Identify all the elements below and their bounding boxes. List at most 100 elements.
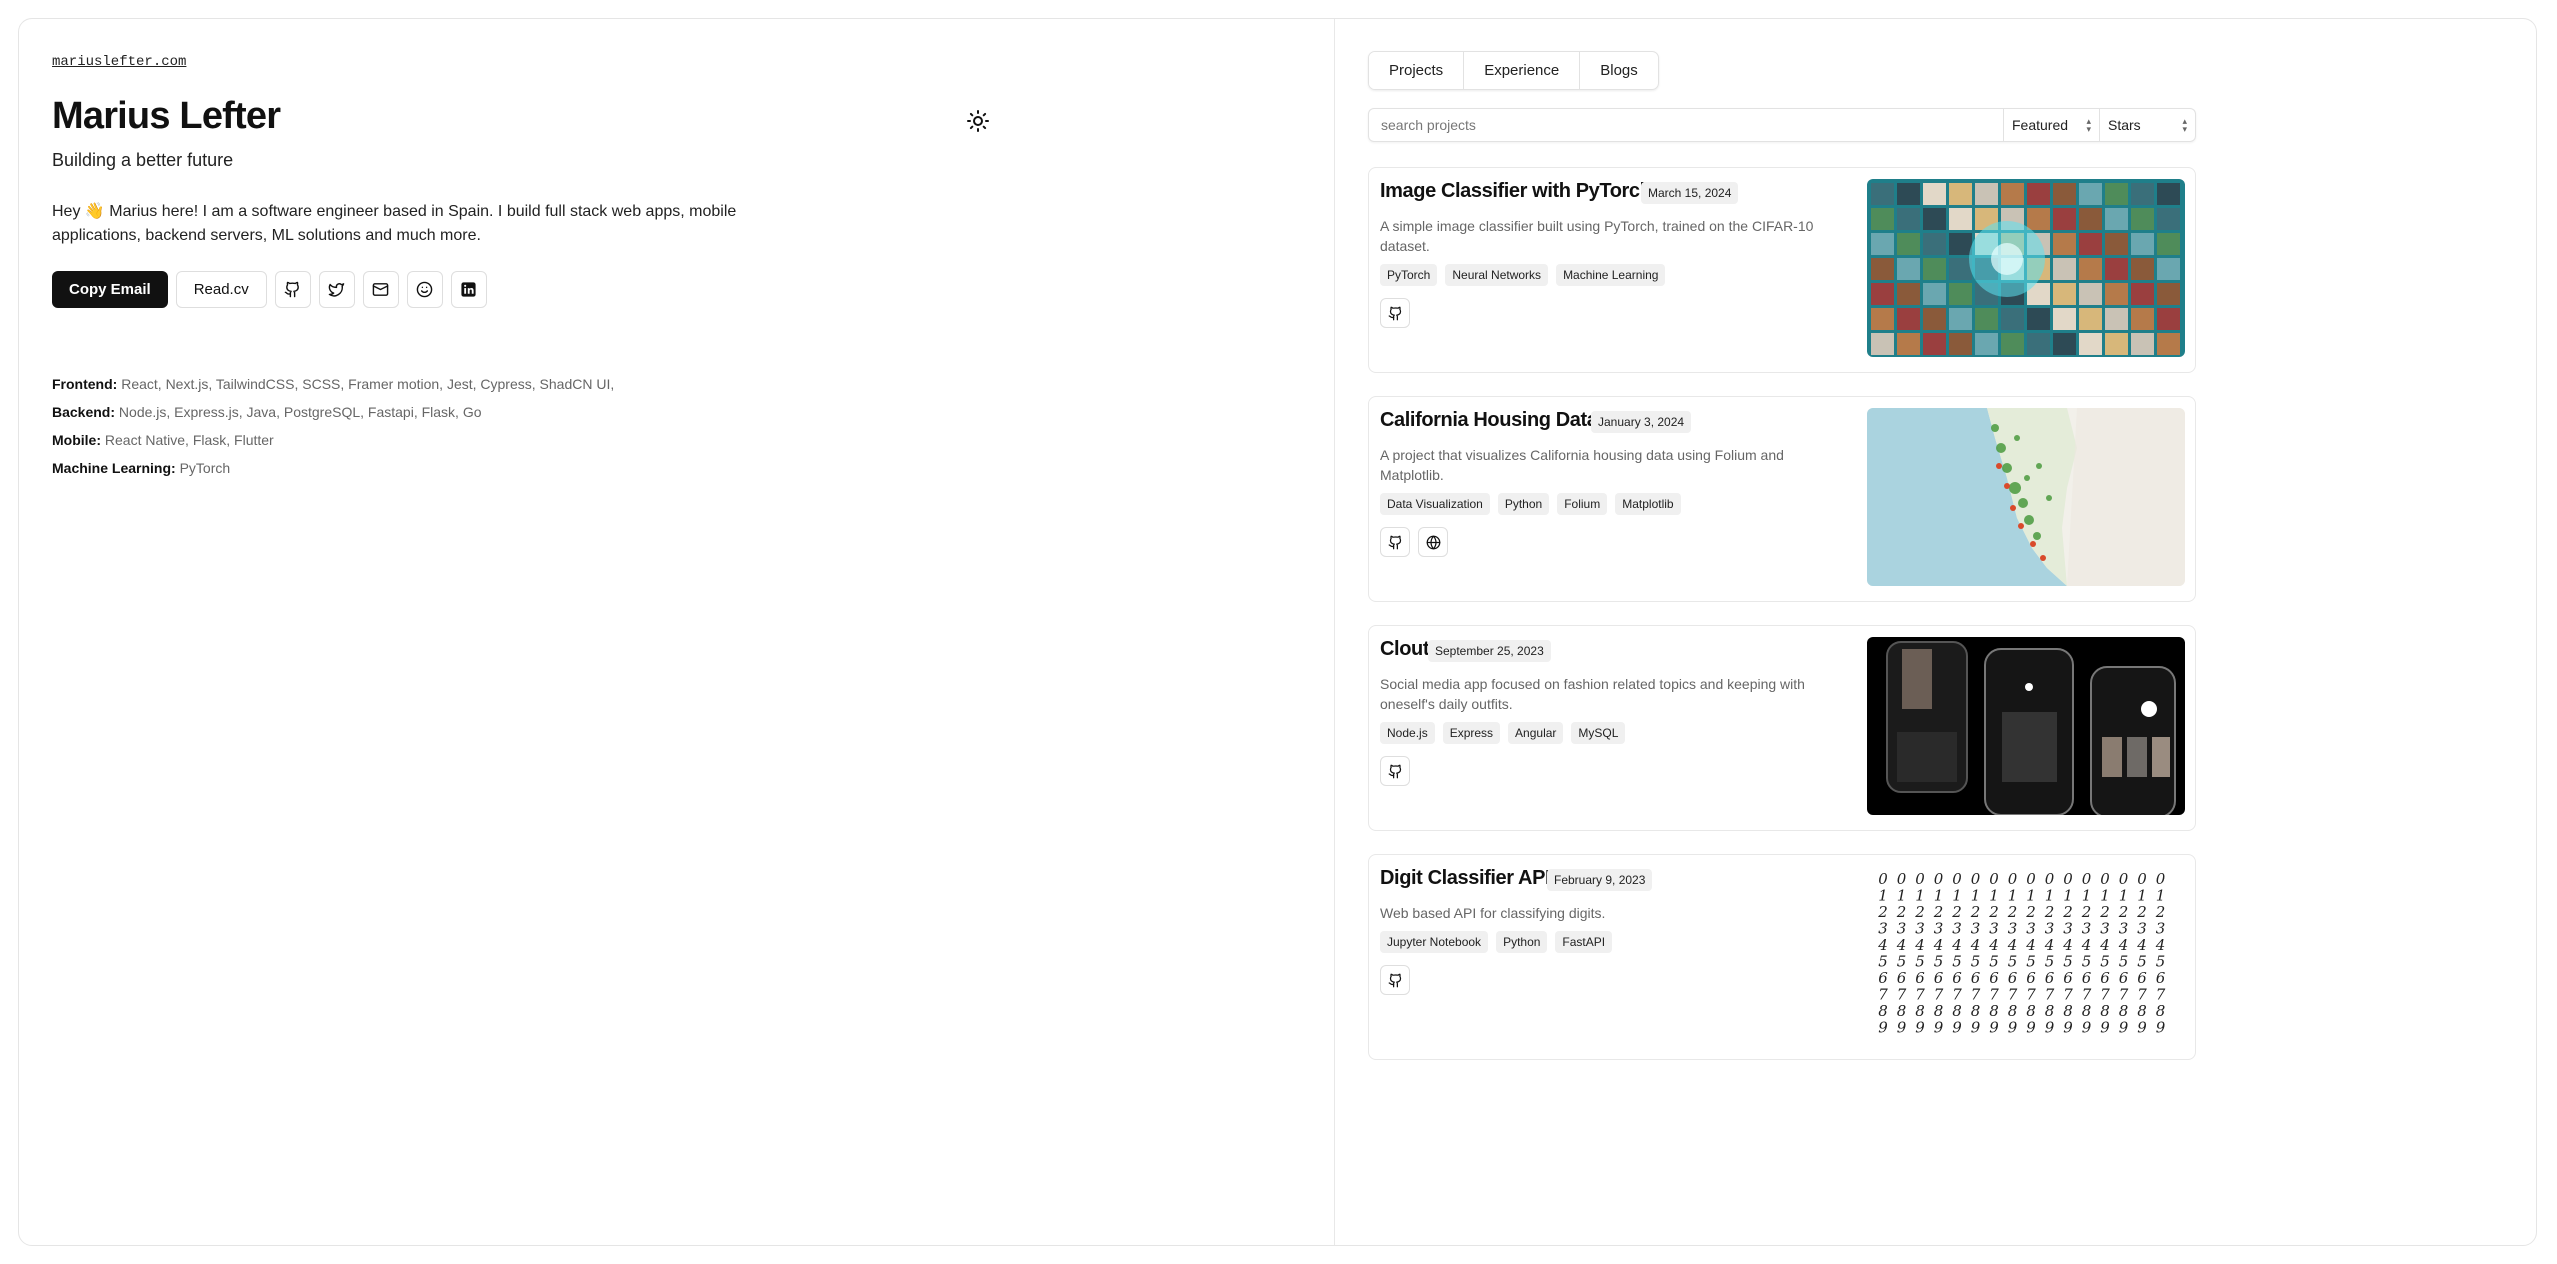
svg-text:1: 1 bbox=[2045, 887, 2055, 905]
github-link[interactable] bbox=[1380, 965, 1410, 995]
svg-text:6: 6 bbox=[2137, 969, 2147, 987]
globe-icon bbox=[1426, 535, 1440, 549]
svg-text:1: 1 bbox=[2026, 887, 2036, 905]
project-tags: Node.js Express Angular MySQL bbox=[1380, 722, 1626, 744]
svg-text:4: 4 bbox=[1970, 936, 1981, 954]
twitter-icon bbox=[328, 283, 345, 297]
svg-text:7: 7 bbox=[2008, 986, 2018, 1004]
smile-button[interactable] bbox=[406, 271, 443, 308]
sort-select[interactable]: Stars ▴ ▾ bbox=[2099, 109, 2195, 141]
project-date: September 25, 2023 bbox=[1428, 640, 1551, 662]
search-input[interactable] bbox=[1369, 109, 2003, 141]
svg-text:5: 5 bbox=[1878, 953, 1888, 971]
svg-text:1: 1 bbox=[2100, 887, 2110, 905]
chevron-updown-icon: ▴ ▾ bbox=[2086, 116, 2091, 134]
copy-email-button[interactable]: Copy Email bbox=[52, 271, 168, 308]
project-card[interactable]: Clout September 25, 2023 Social media ap… bbox=[1368, 625, 2196, 831]
svg-text:9: 9 bbox=[1934, 1019, 1944, 1037]
svg-text:3: 3 bbox=[2137, 920, 2147, 938]
project-card[interactable]: Digit Classifier API February 9, 2023 We… bbox=[1368, 854, 2196, 1060]
svg-text:5: 5 bbox=[1934, 953, 1944, 971]
svg-text:2: 2 bbox=[2118, 903, 2129, 921]
svg-text:6: 6 bbox=[1952, 969, 1962, 987]
svg-text:6: 6 bbox=[2082, 969, 2092, 987]
github-icon bbox=[1388, 535, 1401, 549]
svg-text:1: 1 bbox=[1915, 887, 1925, 905]
project-tag: Folium bbox=[1557, 493, 1608, 515]
project-tag: Data Visualization bbox=[1380, 493, 1490, 515]
mail-icon bbox=[372, 283, 389, 296]
project-title[interactable]: Clout bbox=[1380, 638, 1430, 661]
svg-text:1: 1 bbox=[1952, 887, 1962, 905]
github-link[interactable] bbox=[1380, 527, 1410, 557]
skill-label: Backend: bbox=[52, 404, 116, 420]
project-thumbnail bbox=[1867, 408, 2185, 586]
tab-experience[interactable]: Experience bbox=[1464, 52, 1581, 89]
svg-text:0: 0 bbox=[2063, 870, 2073, 888]
svg-text:1: 1 bbox=[2063, 887, 2073, 905]
github-button[interactable] bbox=[274, 271, 311, 308]
project-tag: Machine Learning bbox=[1556, 264, 1666, 286]
skill-value: React Native, Flask, Flutter bbox=[104, 432, 274, 448]
project-card[interactable]: Image Classifier with PyTorch March 15, … bbox=[1368, 167, 2196, 373]
linkedin-icon bbox=[461, 282, 476, 297]
svg-text:2: 2 bbox=[2136, 903, 2147, 921]
website-link[interactable] bbox=[1418, 527, 1448, 557]
project-description: A project that visualizes California hou… bbox=[1380, 447, 1784, 483]
svg-text:4: 4 bbox=[2025, 936, 2036, 954]
project-title[interactable]: Image Classifier with PyTorch bbox=[1380, 180, 1652, 203]
tab-blogs[interactable]: Blogs bbox=[1580, 52, 1658, 89]
svg-text:4: 4 bbox=[2118, 936, 2129, 954]
svg-text:7: 7 bbox=[2026, 986, 2036, 1004]
svg-text:0: 0 bbox=[1989, 870, 1999, 888]
project-tag: Python bbox=[1497, 493, 1550, 515]
svg-text:7: 7 bbox=[1878, 986, 1888, 1004]
svg-text:7: 7 bbox=[1934, 986, 1944, 1004]
svg-text:6: 6 bbox=[2008, 969, 2018, 987]
svg-text:0: 0 bbox=[2082, 870, 2092, 888]
filter-select[interactable]: Featured ▴ ▾ bbox=[2003, 109, 2099, 141]
github-link[interactable] bbox=[1380, 298, 1410, 328]
svg-text:9: 9 bbox=[1878, 1019, 1888, 1037]
svg-text:3: 3 bbox=[1971, 920, 1981, 938]
theme-toggle-sun-icon[interactable] bbox=[966, 109, 990, 133]
twitter-button[interactable] bbox=[318, 271, 355, 308]
svg-text:7: 7 bbox=[2119, 986, 2129, 1004]
sort-select-value: Stars bbox=[2108, 117, 2141, 133]
project-title[interactable]: Digit Classifier API bbox=[1380, 867, 1551, 890]
svg-text:0: 0 bbox=[1915, 870, 1925, 888]
svg-text:8: 8 bbox=[1915, 1002, 1925, 1020]
project-title[interactable]: California Housing Data bbox=[1380, 409, 1598, 432]
svg-text:0: 0 bbox=[1952, 870, 1962, 888]
svg-text:5: 5 bbox=[2008, 953, 2018, 971]
github-icon bbox=[1388, 973, 1401, 987]
svg-text:5: 5 bbox=[2156, 953, 2166, 971]
svg-text:5: 5 bbox=[1952, 953, 1962, 971]
project-card[interactable]: California Housing Data January 3, 2024 … bbox=[1368, 396, 2196, 602]
svg-text:6: 6 bbox=[1989, 969, 1999, 987]
svg-text:3: 3 bbox=[1897, 920, 1907, 938]
svg-text:4: 4 bbox=[2081, 936, 2092, 954]
svg-text:7: 7 bbox=[1952, 986, 1962, 1004]
skill-label: Mobile: bbox=[52, 432, 101, 448]
svg-text:2: 2 bbox=[1877, 903, 1888, 921]
profile-panel: mariuslefter.com Marius Lefter Building … bbox=[19, 19, 1335, 1245]
svg-text:2: 2 bbox=[1970, 903, 1981, 921]
project-tags: Jupyter Notebook Python FastAPI bbox=[1380, 931, 1613, 953]
svg-text:3: 3 bbox=[2045, 920, 2055, 938]
svg-text:5: 5 bbox=[2119, 953, 2129, 971]
site-domain-link[interactable]: mariuslefter.com bbox=[52, 54, 186, 70]
linkedin-button[interactable] bbox=[450, 271, 487, 308]
tab-projects[interactable]: Projects bbox=[1369, 52, 1465, 89]
github-link[interactable] bbox=[1380, 756, 1410, 786]
email-button[interactable] bbox=[362, 271, 399, 308]
project-tag: PyTorch bbox=[1380, 264, 1438, 286]
readcv-button[interactable]: Read.cv bbox=[175, 271, 267, 308]
svg-text:8: 8 bbox=[2137, 1002, 2147, 1020]
svg-text:4: 4 bbox=[2099, 936, 2110, 954]
page-frame: mariuslefter.com Marius Lefter Building … bbox=[18, 18, 2537, 1246]
svg-text:7: 7 bbox=[2082, 986, 2092, 1004]
svg-text:2: 2 bbox=[2099, 903, 2110, 921]
svg-text:8: 8 bbox=[2008, 1002, 2018, 1020]
project-thumbnail bbox=[1867, 637, 2185, 815]
